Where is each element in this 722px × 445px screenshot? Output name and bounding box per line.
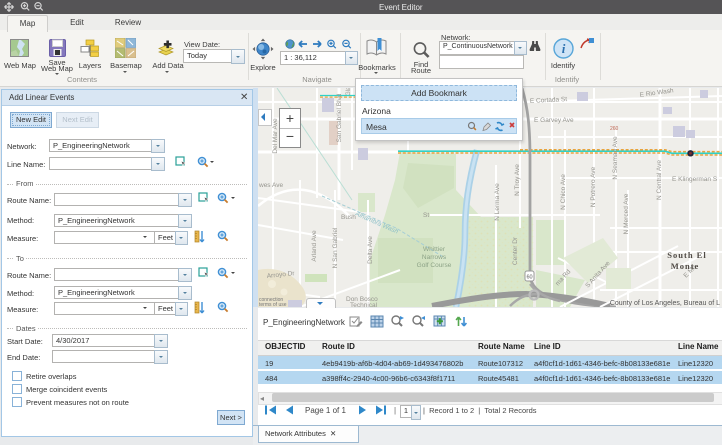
svg-text:Whittier: Whittier <box>423 246 446 253</box>
svg-text:Gla: Gla <box>346 88 352 96</box>
svg-text:N San Gabriel: N San Gabriel <box>332 227 339 268</box>
svg-text:Golf Course: Golf Course <box>417 262 452 269</box>
svg-text:South El: South El <box>667 250 706 260</box>
svg-text:Narrows: Narrows <box>422 254 447 261</box>
svg-text:260: 260 <box>610 126 619 132</box>
svg-text:N Potrero Ave: N Potrero Ave <box>590 166 597 207</box>
svg-text:60: 60 <box>526 275 532 281</box>
svg-text:San Gabriel Blvd: San Gabriel Blvd <box>336 93 343 142</box>
svg-text:E Garvey Ave: E Garvey Ave <box>534 117 574 124</box>
svg-text:Del Mar Ave: Del Mar Ave <box>272 118 279 154</box>
svg-text:St: St <box>423 212 429 219</box>
svg-text:N Lerma Ave: N Lerma Ave <box>494 183 501 221</box>
svg-text:N Troy Ave: N Troy Ave <box>514 164 521 196</box>
svg-text:Page 1 of 1: Page 1 of 1 <box>305 406 346 415</box>
svg-text:terms of use: terms of use <box>259 302 287 307</box>
svg-text:Arland Ave: Arland Ave <box>311 230 318 262</box>
svg-text:E Klingerman S: E Klingerman S <box>672 176 718 183</box>
svg-text:N Chico Ave: N Chico Ave <box>560 174 567 210</box>
svg-text:Delta Ave: Delta Ave <box>367 236 374 264</box>
svg-text:Technical: Technical <box>350 302 378 307</box>
svg-text:wes Ave: wes Ave <box>258 182 283 189</box>
svg-text:N Merced Ave: N Merced Ave <box>623 193 630 234</box>
svg-text:County of Los Angeles, Bureau: County of Los Angeles, Bureau of L <box>610 300 720 307</box>
svg-text:Monte: Monte <box>671 261 700 271</box>
svg-text:Center Dr: Center Dr <box>512 236 519 265</box>
svg-text:N Seaman Ave: N Seaman Ave <box>612 136 619 180</box>
svg-text:N Central Ave: N Central Ave <box>656 160 663 200</box>
svg-text:i: i <box>562 41 566 56</box>
